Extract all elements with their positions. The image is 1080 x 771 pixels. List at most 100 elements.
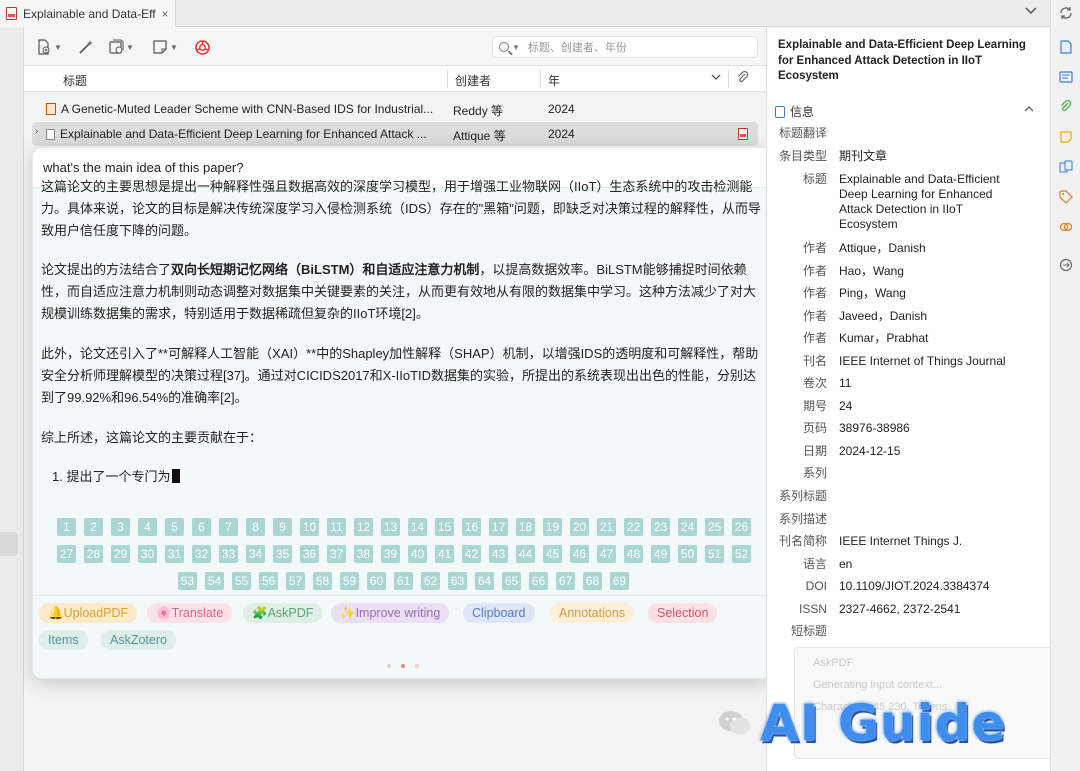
reference-number-button[interactable]: 63	[448, 572, 467, 590]
tag-annotations[interactable]: Annotations	[550, 603, 635, 623]
reference-number-button[interactable]: 16	[462, 518, 481, 536]
field-value[interactable]: 2024-12-15	[839, 444, 1019, 459]
reference-number-button[interactable]: 49	[651, 545, 670, 563]
reference-number-button[interactable]: 69	[610, 572, 629, 590]
reference-number-button[interactable]: 24	[678, 518, 697, 536]
field-value[interactable]: 11	[839, 376, 1019, 391]
locate-nav-icon[interactable]	[1059, 258, 1073, 272]
reference-number-button[interactable]: 21	[597, 518, 616, 536]
reference-number-button[interactable]: 47	[597, 545, 616, 563]
reference-number-button[interactable]: 34	[246, 545, 265, 563]
reference-number-button[interactable]: 64	[475, 572, 494, 590]
sync-icon[interactable]	[1059, 6, 1073, 20]
reference-number-button[interactable]: 17	[489, 518, 508, 536]
field-value[interactable]: 期刊文章	[839, 149, 1019, 164]
reference-number-button[interactable]: 23	[651, 518, 670, 536]
reference-number-button[interactable]: 4	[138, 518, 157, 536]
reference-number-button[interactable]: 31	[165, 545, 184, 563]
pdf-attachment-icon[interactable]	[738, 128, 748, 143]
magic-wand-button[interactable]	[78, 38, 94, 56]
field-value[interactable]: 24	[839, 399, 1019, 414]
reference-number-button[interactable]: 56	[259, 572, 278, 590]
reference-number-button[interactable]: 32	[192, 545, 211, 563]
reference-number-button[interactable]: 8	[246, 518, 265, 536]
reference-number-button[interactable]: 38	[354, 545, 373, 563]
reference-number-button[interactable]: 57	[286, 572, 305, 590]
column-title[interactable]: 标题	[63, 72, 87, 89]
reference-number-button[interactable]: 39	[381, 545, 400, 563]
reference-number-button[interactable]: 41	[435, 545, 454, 563]
field-value[interactable]: IEEE Internet of Things Journal	[839, 354, 1019, 369]
notes-nav-icon[interactable]	[1059, 130, 1073, 144]
search-input[interactable]: ▼ 标题、创建者、年份	[492, 36, 758, 58]
reference-number-button[interactable]: 37	[327, 545, 346, 563]
field-value[interactable]: Hao，Wang	[839, 264, 1019, 279]
reference-number-button[interactable]: 65	[502, 572, 521, 590]
info-nav-icon[interactable]	[1059, 40, 1073, 54]
reference-number-button[interactable]: 33	[219, 545, 238, 563]
reference-number-button[interactable]: 50	[678, 545, 697, 563]
field-value[interactable]: Kumar，Prabhat	[839, 331, 1019, 346]
reference-number-button[interactable]: 10	[300, 518, 319, 536]
reference-number-button[interactable]: 36	[300, 545, 319, 563]
reference-number-button[interactable]: 1	[57, 518, 76, 536]
new-note-button[interactable]: ▼	[152, 38, 178, 56]
reference-number-button[interactable]: 58	[313, 572, 332, 590]
table-row[interactable]: A Genetic-Muted Leader Scheme with CNN-B…	[24, 97, 766, 121]
field-value[interactable]: Explainable and Data-Efficient Deep Lear…	[839, 172, 1019, 232]
reference-number-button[interactable]: 28	[84, 545, 103, 563]
reference-number-button[interactable]: 27	[57, 545, 76, 563]
sort-chevron-icon[interactable]	[711, 71, 721, 85]
reference-number-button[interactable]: 14	[408, 518, 427, 536]
reference-number-button[interactable]: 51	[705, 545, 724, 563]
tag-translate[interactable]: 🌸Translate	[147, 603, 233, 623]
reference-number-button[interactable]: 62	[421, 572, 440, 590]
tag-upload-pdf[interactable]: 🔔UploadPDF	[39, 603, 138, 623]
column-divider[interactable]	[728, 70, 729, 88]
reference-number-button[interactable]: 2	[84, 518, 103, 536]
reference-number-button[interactable]: 40	[408, 545, 427, 563]
page-dots[interactable]	[387, 664, 429, 668]
field-value[interactable]: en	[839, 557, 1019, 572]
field-value[interactable]: IEEE Internet Things J.	[839, 534, 1019, 549]
related-nav-icon[interactable]	[1059, 220, 1073, 234]
reference-number-button[interactable]: 12	[354, 518, 373, 536]
reference-number-button[interactable]: 52	[732, 545, 751, 563]
chevron-down-icon[interactable]	[1024, 3, 1038, 20]
reference-number-button[interactable]: 26	[732, 518, 751, 536]
reference-number-button[interactable]: 7	[219, 518, 238, 536]
reference-number-button[interactable]: 22	[624, 518, 643, 536]
reference-number-button[interactable]: 19	[543, 518, 562, 536]
collapse-chevron-icon[interactable]	[1023, 103, 1035, 118]
field-value[interactable]: Javeed，Danish	[839, 309, 1019, 324]
column-divider[interactable]	[447, 70, 448, 88]
info-section-header[interactable]: 信息	[775, 103, 1045, 121]
reference-number-button[interactable]: 25	[705, 518, 724, 536]
collections-sidebar[interactable]	[0, 28, 24, 771]
expand-chevron-icon[interactable]: ›	[35, 126, 38, 137]
reference-number-button[interactable]: 67	[556, 572, 575, 590]
reference-number-button[interactable]: 18	[516, 518, 535, 536]
reference-number-button[interactable]: 55	[232, 572, 251, 590]
reference-number-button[interactable]: 15	[435, 518, 454, 536]
reference-number-button[interactable]: 54	[205, 572, 224, 590]
reference-number-button[interactable]: 43	[489, 545, 508, 563]
tags-nav-icon[interactable]	[1059, 190, 1073, 204]
reference-number-button[interactable]: 60	[367, 572, 386, 590]
column-year[interactable]: 年	[548, 72, 560, 89]
field-value[interactable]: Ping，Wang	[839, 286, 1019, 301]
field-value[interactable]: Attique，Danish	[839, 241, 1019, 256]
reference-number-button[interactable]: 30	[138, 545, 157, 563]
ai-plugin-button[interactable]	[194, 38, 211, 56]
reference-number-button[interactable]: 53	[178, 572, 197, 590]
tag-items[interactable]: Items	[39, 630, 88, 650]
reference-number-button[interactable]: 11	[327, 518, 346, 536]
libraries-nav-icon[interactable]	[1059, 160, 1073, 174]
reference-number-button[interactable]: 5	[165, 518, 184, 536]
tag-clipboard[interactable]: Clipboard	[463, 603, 535, 623]
reference-number-button[interactable]: 3	[111, 518, 130, 536]
selected-collection[interactable]	[0, 532, 18, 556]
reference-number-button[interactable]: 13	[381, 518, 400, 536]
tag-ask-zotero[interactable]: AskZotero	[101, 630, 176, 650]
field-value[interactable]: 38976-38986	[839, 421, 1019, 436]
